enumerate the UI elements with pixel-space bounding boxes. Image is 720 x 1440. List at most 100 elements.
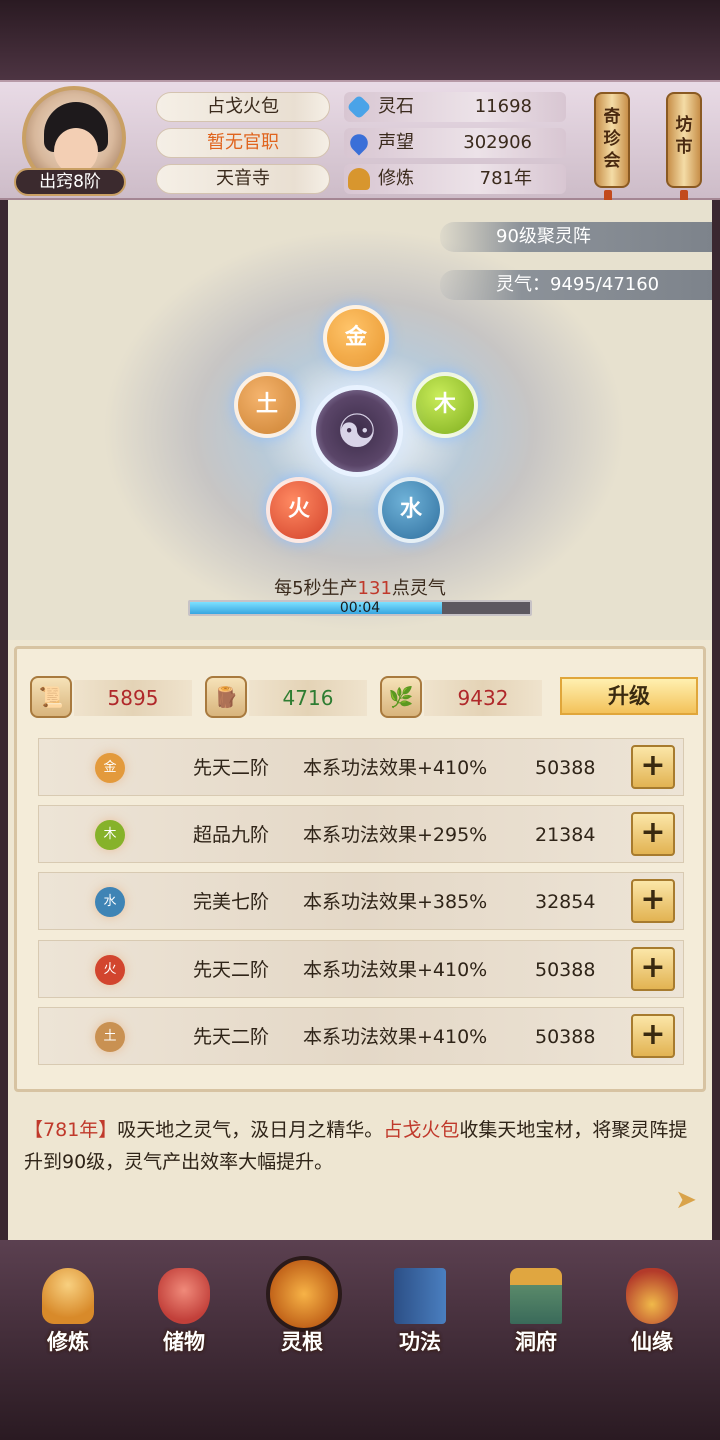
array-level-text: 90级聚灵阵: [496, 226, 591, 247]
log-bracket-open: 【: [24, 1119, 44, 1141]
qi-amount-text: 灵气：9495/47160: [496, 274, 660, 295]
add-button[interactable]: +: [631, 879, 675, 923]
metal-element-node[interactable]: 金: [323, 305, 389, 371]
log-year: 781年: [43, 1119, 99, 1141]
root-cost: 50388: [535, 1026, 596, 1048]
nav-label: 洞府: [515, 1330, 557, 1354]
resource-value: 9432: [424, 680, 542, 716]
reputation-icon: [346, 130, 372, 156]
meditating-monk-icon: [42, 1268, 94, 1324]
nav-label: 仙缘: [631, 1330, 673, 1354]
wood-orb-icon: 木: [95, 820, 125, 850]
root-tier: 超品九阶: [193, 824, 270, 846]
herb-icon: 🌿: [380, 676, 422, 718]
nav-cultivation[interactable]: 修炼: [18, 1240, 118, 1360]
root-cost: 21384: [535, 824, 596, 846]
stat-value: 11698: [474, 96, 532, 117]
material-scroll-icon: 📜: [30, 676, 72, 718]
add-button[interactable]: +: [631, 947, 675, 991]
root-tier: 先天二阶: [193, 959, 270, 981]
spirit-root-row-wood: 木 超品九阶 本系功法效果+295% 21384 +: [38, 805, 684, 863]
spirit-stone-icon: [346, 94, 372, 120]
scroll-label: 奇珍会: [603, 107, 621, 171]
nav-label: 储物: [163, 1330, 205, 1354]
stat-value: 302906: [463, 132, 532, 153]
stat-value: 781年: [479, 168, 532, 189]
array-level-label: 90级聚灵阵: [440, 222, 712, 252]
production-prefix: 每5秒生产: [274, 578, 358, 599]
root-tier: 先天二阶: [193, 757, 270, 779]
production-suffix: 点灵气: [391, 578, 446, 599]
nav-label: 功法: [399, 1330, 441, 1354]
production-value: 131: [357, 578, 392, 599]
stat-label: 灵石: [378, 96, 414, 117]
nav-cave-mansion[interactable]: 洞府: [486, 1240, 586, 1360]
nav-techniques[interactable]: 功法: [370, 1240, 470, 1360]
spirit-root-icon: [266, 1256, 342, 1332]
production-rate-text: 每5秒生产131点灵气: [200, 574, 520, 600]
market-button[interactable]: 坊市: [666, 92, 702, 188]
root-tier: 完美七阶: [193, 891, 270, 913]
root-effect: 本系功法效果+410%: [303, 757, 488, 779]
log-text: 吸天地之灵气，汲日月之精华。: [117, 1119, 384, 1141]
spirit-root-row-water: 水 完美七阶 本系功法效果+385% 32854 +: [38, 872, 684, 930]
root-effect: 本系功法效果+385%: [303, 891, 488, 913]
stat-label: 修炼: [378, 168, 414, 189]
countdown-timer: 00:04: [339, 600, 381, 616]
fire-orb-icon: 火: [95, 955, 125, 985]
root-effect: 本系功法效果+295%: [303, 824, 488, 846]
next-arrow-icon[interactable]: ➤: [672, 1186, 700, 1214]
root-cost: 50388: [535, 959, 596, 981]
upgrade-button[interactable]: 升级: [560, 677, 698, 715]
reputation-stat: 声望 302906: [344, 128, 566, 158]
root-tier: 先天二阶: [193, 1026, 270, 1048]
cultivation-icon: [348, 168, 370, 190]
production-progress-bar: 00:04: [188, 600, 532, 616]
resource-value: 5895: [74, 680, 192, 716]
spirit-root-row-earth: 土 先天二阶 本系功法效果+410% 50388 +: [38, 1007, 684, 1065]
spirit-stone-stat: 灵石 11698: [344, 92, 566, 122]
nav-spirit-root[interactable]: 灵根: [252, 1240, 352, 1360]
root-cost: 32854: [535, 891, 596, 913]
earth-orb-icon: 土: [95, 1022, 125, 1052]
qi-amount-label: 灵气：9495/47160: [440, 270, 712, 300]
nav-label: 灵根: [281, 1330, 323, 1354]
nav-label: 修炼: [47, 1330, 89, 1354]
add-button[interactable]: +: [631, 745, 675, 789]
water-orb-icon: 水: [95, 887, 125, 917]
spirit-root-row-fire: 火 先天二阶 本系功法效果+410% 50388 +: [38, 940, 684, 998]
cave-mansion-icon: [510, 1268, 562, 1324]
gourd-icon: [626, 1268, 678, 1324]
metal-orb-icon: 金: [95, 753, 125, 783]
wood-logs-icon: 🪵: [205, 676, 247, 718]
scroll-label: 坊市: [675, 115, 693, 157]
add-button[interactable]: +: [631, 812, 675, 856]
root-effect: 本系功法效果+410%: [303, 1026, 488, 1048]
nav-fate[interactable]: 仙缘: [602, 1240, 702, 1360]
water-element-node[interactable]: 水: [378, 477, 444, 543]
fire-element-node[interactable]: 火: [266, 477, 332, 543]
cultivation-years-stat: 修炼 781年: [344, 164, 566, 194]
stat-label: 声望: [378, 132, 414, 153]
root-effect: 本系功法效果+410%: [303, 959, 488, 981]
resource-value: 4716: [249, 680, 367, 716]
add-button[interactable]: +: [631, 1014, 675, 1058]
treasure-fair-button[interactable]: 奇珍会: [594, 92, 630, 188]
nav-storage[interactable]: 储物: [134, 1240, 234, 1360]
event-log: 【781年】吸天地之灵气，汲日月之精华。占戈火包收集天地宝材，将聚灵阵提升到90…: [24, 1114, 696, 1178]
book-icon: [394, 1268, 446, 1324]
log-player-name: 占戈火包: [383, 1119, 460, 1141]
earth-element-node[interactable]: 土: [234, 372, 300, 438]
bottom-navigation: 修炼 储物 灵根 功法 洞府 仙缘: [0, 1240, 720, 1360]
storage-bag-icon: [158, 1268, 210, 1324]
cultivation-rank-badge: 出窍8阶: [14, 168, 126, 196]
spirit-root-row-metal: 金 先天二阶 本系功法效果+410% 50388 +: [38, 738, 684, 796]
top-frame: [0, 0, 720, 80]
log-bracket-close: 】: [98, 1119, 118, 1141]
wood-element-node[interactable]: 木: [412, 372, 478, 438]
sect-name: 天音寺: [156, 164, 330, 194]
yin-yang-core-icon[interactable]: ☯: [311, 385, 403, 477]
root-cost: 50388: [535, 757, 596, 779]
player-name: 占戈火包: [156, 92, 330, 122]
official-title: 暂无官职: [156, 128, 330, 158]
